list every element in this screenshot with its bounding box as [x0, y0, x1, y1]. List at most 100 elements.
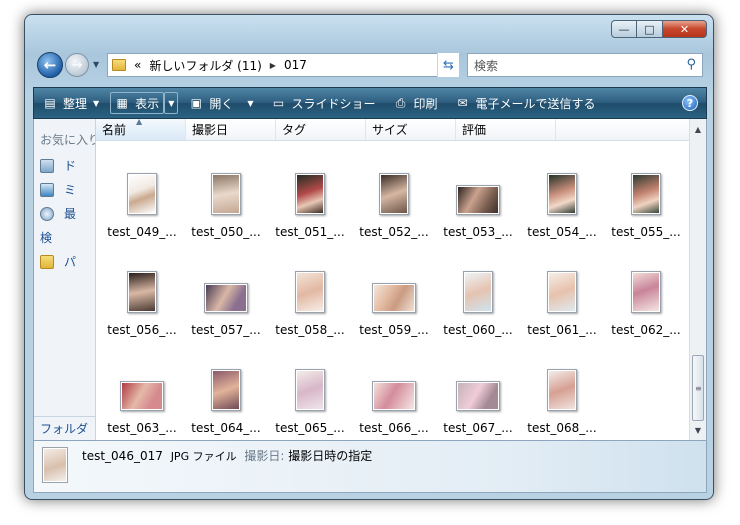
file-thumbnail[interactable] [127, 271, 157, 313]
file-item[interactable]: test_058_... [268, 247, 352, 343]
file-thumbnail[interactable] [547, 369, 577, 411]
back-button[interactable]: ← [37, 52, 63, 78]
folders-toggle[interactable]: フォルダ [34, 416, 95, 440]
file-name-label[interactable]: test_051_... [268, 225, 352, 239]
file-name-label[interactable]: test_049_... [100, 225, 184, 239]
sidebar-item-documents[interactable]: ド [40, 157, 76, 174]
view-dropdown[interactable]: ▼ [164, 92, 179, 114]
file-name-label[interactable]: test_052_... [352, 225, 436, 239]
sidebar-item-public[interactable]: パ [40, 253, 76, 270]
scroll-down-icon[interactable]: ▼ [690, 422, 706, 438]
file-thumbnail[interactable] [463, 271, 493, 313]
file-name-label[interactable]: test_063_... [100, 421, 184, 435]
file-thumbnail[interactable] [372, 283, 416, 313]
file-name-label[interactable]: test_067_... [436, 421, 520, 435]
search-input[interactable]: 検索 [474, 57, 498, 74]
breadcrumb-separator-icon[interactable]: ▶ [270, 61, 276, 70]
file-item[interactable]: test_059_... [352, 247, 436, 343]
file-item[interactable]: test_054_... [520, 149, 604, 245]
file-item[interactable]: test_061_... [520, 247, 604, 343]
file-item[interactable]: test_062_... [604, 247, 688, 343]
column-header-rating[interactable]: 評価 [456, 119, 556, 140]
file-thumbnail[interactable] [456, 381, 500, 411]
file-item[interactable]: test_050_... [184, 149, 268, 245]
sidebar-item-searches[interactable]: 検 [40, 229, 52, 246]
file-name-label[interactable]: test_056_... [100, 323, 184, 337]
file-thumbnail[interactable] [379, 173, 409, 215]
file-item[interactable]: test_064_... [184, 345, 268, 441]
file-thumbnail[interactable] [631, 271, 661, 313]
column-header-size[interactable]: サイズ [366, 119, 456, 140]
file-item[interactable]: test_065_... [268, 345, 352, 441]
file-item[interactable]: test_068_... [520, 345, 604, 441]
vertical-scrollbar[interactable]: ▲ ≡ ▼ [689, 119, 706, 440]
maximize-button[interactable]: □ [637, 20, 663, 38]
file-name-label[interactable]: test_058_... [268, 323, 352, 337]
close-button[interactable]: ✕ [663, 20, 707, 38]
email-button[interactable]: ✉ 電子メールで送信する [447, 88, 605, 118]
file-name-label[interactable]: test_053_... [436, 225, 520, 239]
file-name-label[interactable]: test_066_... [352, 421, 436, 435]
organize-button[interactable]: ▤ 整理 ▼ [34, 88, 108, 118]
address-overflow[interactable]: « [134, 58, 141, 72]
print-button[interactable]: ⎙ 印刷 [385, 88, 447, 118]
refresh-button[interactable]: ⇆ [437, 53, 459, 77]
file-name-label[interactable]: test_061_... [520, 323, 604, 337]
file-thumbnail[interactable] [127, 173, 157, 215]
sidebar-item-recent[interactable]: 最 [40, 205, 76, 222]
file-thumbnail[interactable] [211, 173, 241, 215]
column-header-tags[interactable]: タグ [276, 119, 366, 140]
file-item[interactable]: test_056_... [100, 247, 184, 343]
file-item[interactable]: test_049_... [100, 149, 184, 245]
file-thumbnail[interactable] [204, 283, 248, 313]
sidebar-item-music[interactable]: ミ [40, 181, 76, 198]
file-item[interactable]: test_057_... [184, 247, 268, 343]
file-thumbnail[interactable] [211, 369, 241, 411]
file-name-label[interactable]: test_055_... [604, 225, 688, 239]
column-header-name[interactable]: ▲ 名前 [96, 117, 186, 140]
slideshow-button[interactable]: ▭ スライドショー [263, 88, 385, 118]
file-name-label[interactable]: test_060_... [436, 323, 520, 337]
breadcrumb-folder[interactable]: 新しいフォルダ (11) [149, 57, 261, 74]
file-item[interactable]: test_053_... [436, 149, 520, 245]
file-item[interactable]: test_051_... [268, 149, 352, 245]
file-thumbnail[interactable] [631, 173, 661, 215]
file-name-label[interactable]: test_050_... [184, 225, 268, 239]
search-box[interactable]: 検索 ⚲ [467, 53, 703, 77]
file-name-label[interactable]: test_059_... [352, 323, 436, 337]
file-name-label[interactable]: test_068_... [520, 421, 604, 435]
file-item[interactable]: test_066_... [352, 345, 436, 441]
open-button[interactable]: ▣ 開く ▼ [180, 88, 262, 118]
file-name-label[interactable]: test_054_... [520, 225, 604, 239]
file-thumbnail[interactable] [295, 271, 325, 313]
file-item[interactable]: test_060_... [436, 247, 520, 343]
scroll-thumb[interactable]: ≡ [692, 355, 704, 421]
file-item[interactable]: test_055_... [604, 149, 688, 245]
forward-button[interactable]: → [65, 53, 89, 77]
help-button[interactable]: ? [682, 95, 698, 111]
search-icon[interactable]: ⚲ [686, 57, 696, 72]
file-thumbnail[interactable] [547, 271, 577, 313]
breadcrumb-current[interactable]: 017 [284, 58, 307, 72]
file-thumbnail[interactable] [295, 173, 325, 215]
file-thumbnail[interactable] [295, 369, 325, 411]
view-button[interactable]: ▦ 表示 [110, 92, 165, 114]
minimize-button[interactable]: — [611, 20, 637, 38]
file-thumbnail[interactable] [372, 381, 416, 411]
date-taken-value[interactable]: 撮影日時の指定 [288, 449, 372, 463]
scroll-up-icon[interactable]: ▲ [690, 121, 706, 137]
file-name-label[interactable]: test_065_... [268, 421, 352, 435]
file-thumbnail[interactable] [547, 173, 577, 215]
file-name-label[interactable]: test_057_... [184, 323, 268, 337]
title-bar[interactable]: — □ ✕ [25, 15, 713, 45]
file-name-label[interactable]: test_064_... [184, 421, 268, 435]
file-name-label[interactable]: test_062_... [604, 323, 688, 337]
file-item[interactable]: test_067_... [436, 345, 520, 441]
column-header-date[interactable]: 撮影日 [186, 119, 276, 140]
file-item[interactable]: test_063_... [100, 345, 184, 441]
file-thumbnail[interactable] [456, 185, 500, 215]
file-item[interactable]: test_052_... [352, 149, 436, 245]
address-bar[interactable]: « 新しいフォルダ (11) ▶ 017 ▼ [107, 53, 459, 77]
recent-pages-dropdown[interactable]: ▼ [93, 60, 99, 69]
file-thumbnail[interactable] [120, 381, 164, 411]
